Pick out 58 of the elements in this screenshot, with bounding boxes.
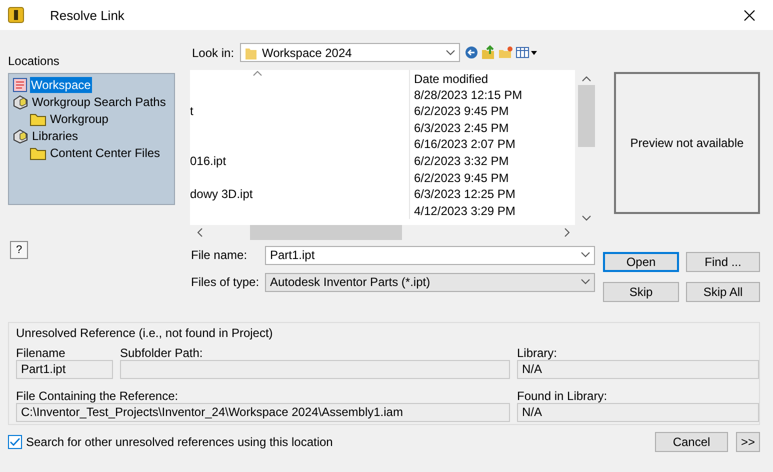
field-label: Found in Library: [517,389,608,403]
file-name[interactable]: t [190,104,194,118]
stack-icon [12,94,29,110]
dialog-button[interactable]: Skip All [686,282,760,302]
stack-icon [12,128,29,144]
folder-icon [29,111,47,126]
window-title: Resolve Link [50,8,124,22]
dialog-button[interactable]: Open [603,252,679,272]
preview-pane: Preview not available [614,72,760,214]
file-name[interactable]: dowy 3D.ipt [190,187,253,202]
back-icon[interactable] [465,46,478,59]
help-button[interactable]: ? [10,241,28,259]
folder-icon [29,145,47,160]
file-name-field[interactable]: Part1.ipt [265,246,595,264]
field-label: Subfolder Path: [120,346,204,360]
chevron-down-icon [581,279,590,285]
app-icon [8,7,24,23]
up-folder-icon[interactable] [481,45,495,60]
scroll-up-icon[interactable] [582,76,590,82]
path-field[interactable]: C:\Inventor_Test_Projects\Inventor_24\Workspace 2024\Assembly1.iam [16,403,510,422]
field-label: Look in: [192,46,236,60]
scroll-down-icon[interactable] [582,215,590,221]
dialog-button[interactable]: Find ... [686,252,760,272]
field-label: Files of type: [191,275,260,289]
field-label: File name: [191,248,248,262]
chevron-down-icon [446,50,455,56]
close-icon[interactable] [744,10,755,20]
filename-field[interactable]: Part1.ipt [16,360,113,379]
checkbox[interactable] [8,435,22,449]
found-in-library-field[interactable]: N/A [517,403,759,422]
dialog-button[interactable]: Cancel [655,432,728,452]
file-type-dropdown[interactable]: Autodesk Inventor Parts (*.ipt) [265,272,595,292]
tree-item[interactable]: Content Center Files [49,144,162,160]
scroll-left-icon[interactable] [197,228,203,237]
tree-item[interactable]: Libraries [31,128,80,144]
file-name[interactable]: 016.ipt [190,154,226,168]
check-icon [10,438,20,446]
view-menu-icon[interactable] [516,46,538,59]
field-label: Library: [517,346,558,360]
checkbox-label: Search for other unresolved references using this location [26,435,333,449]
section-label: Locations [8,54,60,69]
field-label: Filename [16,346,66,360]
folder-icon [245,46,257,60]
notebook-icon [12,76,28,92]
tree-item[interactable]: Workgroup Search Paths [31,94,167,110]
library-field[interactable]: N/A [517,360,759,379]
chevron-down-icon [581,252,590,258]
tree-item[interactable]: Workspace [30,76,92,92]
new-folder-icon[interactable] [498,46,513,59]
dialog-button[interactable]: Skip [603,282,679,302]
subfolder-field[interactable] [120,360,510,379]
scroll-right-icon[interactable] [564,228,570,237]
field-label: File Containing the Reference: [16,389,180,403]
sort-caret-icon [253,71,262,76]
tree-item[interactable]: Workgroup [49,110,110,126]
dialog-button[interactable]: >> [736,432,760,452]
group-title: Unresolved Reference (i.e., not found in Project) [16,326,274,341]
look-in-dropdown[interactable]: Workspace 2024 [240,43,460,62]
